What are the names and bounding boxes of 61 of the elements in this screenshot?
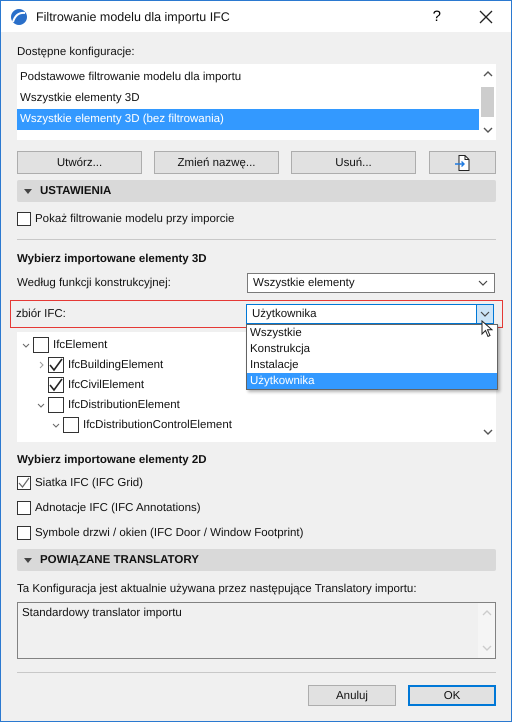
field-label: zbiór IFC: (16, 308, 67, 320)
scroll-down-icon[interactable] (482, 429, 492, 436)
tree-item-label[interactable]: IfcBuildingElement (68, 359, 164, 371)
chevron-right-icon[interactable] (38, 361, 44, 369)
tree-item-label[interactable]: IfcDistributionElement (68, 399, 180, 411)
field-label: Według funkcji konstrukcyjnej: (17, 277, 172, 289)
chevron-down-icon (480, 311, 490, 317)
checkbox[interactable] (63, 417, 79, 433)
scrollbar-thumb[interactable] (481, 87, 494, 117)
scroll-up-icon (482, 609, 492, 616)
checkbox[interactable] (48, 397, 64, 413)
translators-section-header[interactable]: POWIĄZANE TRANSLATORY (17, 549, 496, 571)
checkbox[interactable] (48, 377, 64, 393)
chevron-down-icon[interactable] (52, 422, 60, 428)
section-heading: Wybierz importowane elementy 2D (17, 454, 208, 466)
collapse-triangle-icon (24, 188, 32, 194)
config-button[interactable]: Usuń... (291, 151, 416, 174)
tree-item-label[interactable]: IfcElement (53, 339, 108, 351)
chevron-down-icon[interactable] (37, 402, 45, 408)
dialog-button[interactable]: OK (408, 685, 496, 706)
description-text: Ta Konfiguracja jest aktualnie używana przez następujące Translatory importu: (17, 583, 418, 595)
import-file-button[interactable] (429, 151, 496, 174)
help-button[interactable]: ? (432, 8, 441, 25)
function-dropdown[interactable]: Wszystkie elementy (247, 273, 495, 293)
translator-item[interactable]: Standardowy translator importu (22, 607, 474, 619)
ifc-set-dropdown[interactable]: Użytkownika (246, 304, 494, 324)
collapse-triangle-icon (24, 558, 32, 562)
configurations-label: Dostępne konfiguracje: (17, 46, 136, 58)
chevron-down-icon (478, 280, 488, 286)
checkbox-label: Siatka IFC (IFC Grid) (35, 476, 143, 488)
section-title: POWIĄZANE TRANSLATORY (40, 554, 199, 566)
app-logo-icon (10, 8, 28, 26)
tree-item-label[interactable]: IfcCivilElement (68, 379, 144, 391)
configuration-item[interactable]: Wszystkie elementy 3D (17, 88, 479, 109)
checkbox-label: Adnotacje IFC (IFC Annotations) (35, 502, 201, 514)
dropdown-option[interactable]: Konstrukcja (247, 341, 497, 357)
chevron-down-icon[interactable] (22, 342, 30, 348)
close-icon[interactable] (479, 10, 493, 24)
scroll-up-icon[interactable] (482, 70, 492, 77)
checkbox[interactable] (33, 337, 49, 353)
dropdown-option[interactable]: Wszystkie (247, 325, 497, 341)
checkbox[interactable] (17, 526, 31, 540)
checkbox[interactable] (17, 500, 31, 514)
scroll-down-icon (482, 645, 492, 652)
dialog-button[interactable]: Anuluj (308, 685, 396, 706)
tree-item-label[interactable]: IfcDistributionControlElement (83, 419, 232, 431)
checkbox-label: Pokaż filtrowanie modelu przy imporcie (35, 212, 234, 224)
section-title: USTAWIENIA (40, 185, 112, 197)
config-button[interactable]: Utwórz... (17, 151, 142, 174)
checkbox[interactable] (17, 476, 31, 490)
config-button[interactable]: Zmień nazwę... (154, 151, 279, 174)
checkbox-label: Symbole drzwi / okien (IFC Door / Window Footprint) (35, 526, 304, 538)
dropdown-option[interactable]: Instalacje (247, 357, 497, 373)
section-heading: Wybierz importowane elementy 3D (17, 253, 208, 265)
window-title: Filtrowanie modelu dla importu IFC (36, 10, 231, 24)
checkbox[interactable] (48, 357, 64, 373)
scroll-down-icon[interactable] (482, 127, 492, 134)
configuration-item[interactable]: Podstawowe filtrowanie modelu dla importu (17, 67, 479, 88)
settings-section-header[interactable]: USTAWIENIA (17, 180, 496, 202)
checkbox[interactable] (17, 212, 31, 226)
document-arrow-icon (454, 154, 472, 172)
